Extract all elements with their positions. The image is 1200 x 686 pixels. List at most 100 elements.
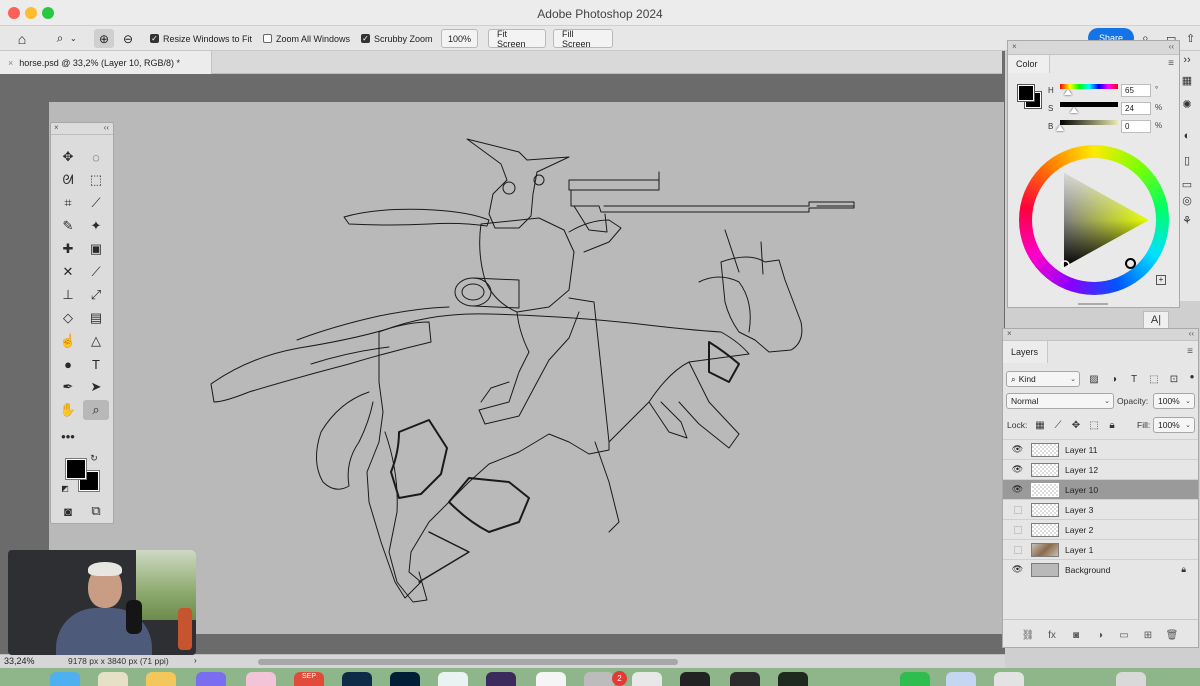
adjustment-layer-icon[interactable]: ◑	[1093, 628, 1107, 642]
history-brush-tool-icon[interactable]: ⤢	[83, 285, 109, 305]
clone-stamp-tool-icon[interactable]: ⊥	[55, 285, 81, 305]
zoom-in-icon[interactable]: ⊕	[94, 29, 114, 48]
brush-tool-icon[interactable]: ⟋	[83, 262, 109, 282]
filter-shape-icon[interactable]: ⬚	[1147, 372, 1161, 386]
path-selection-tool-icon[interactable]: ➤	[83, 377, 109, 397]
horizontal-scrollbar[interactable]	[258, 659, 678, 665]
fill-screen-button[interactable]: Fill Screen	[553, 29, 613, 49]
adjustments-icon[interactable]: ✺	[1178, 95, 1196, 113]
scrubby-zoom-checkbox[interactable]: ✓ Scrubby Zoom	[361, 29, 433, 48]
share-upload-icon[interactable]: ⇧	[1186, 29, 1195, 48]
add-swatch-icon[interactable]: +	[1156, 275, 1166, 285]
swap-colors-icon[interactable]: ↻	[87, 451, 101, 465]
resize-windows-checkbox[interactable]: ✓ Resize Windows to Fit	[150, 29, 252, 48]
layers-panel-tab[interactable]: Layers	[1003, 341, 1048, 363]
foreground-color-swatch[interactable]	[65, 458, 87, 480]
brightness-value-field[interactable]: 0	[1121, 120, 1151, 133]
chevron-down-icon[interactable]: ⌄	[70, 29, 77, 48]
eraser-tool-icon[interactable]: ◇	[55, 308, 81, 328]
terminal-icon[interactable]	[680, 672, 710, 686]
object-selection-tool-icon[interactable]: ⬚	[83, 170, 109, 190]
gradient-tool-icon[interactable]: ▤	[83, 308, 109, 328]
chevron-right-icon[interactable]: ›	[194, 656, 197, 665]
quick-mask-icon[interactable]: ◙	[55, 501, 81, 521]
color-panel-tab[interactable]: Color	[1008, 55, 1050, 73]
filter-smart-object-icon[interactable]: ⊡	[1167, 372, 1181, 386]
brightness-slider-handle[interactable]	[1056, 125, 1064, 131]
zoom-tool-icon[interactable]: ⌕	[83, 400, 109, 420]
home-icon[interactable]: ⌂	[12, 29, 32, 48]
close-panel-icon[interactable]: ×	[1012, 42, 1017, 51]
app-icon[interactable]	[196, 672, 226, 686]
lock-all-icon[interactable]: 🔒︎	[1105, 418, 1119, 432]
crop-tool-icon[interactable]: ⌗	[55, 193, 81, 213]
content-aware-tool-icon[interactable]: ▣	[83, 239, 109, 259]
add-mask-icon[interactable]: ◙	[1069, 628, 1083, 642]
opacity-field[interactable]: 100% ⌄	[1153, 393, 1195, 409]
visibility-off-box[interactable]	[1014, 545, 1022, 554]
layer-row-selected[interactable]: 👁︎ Layer 10	[1003, 479, 1198, 499]
tools-panel-header[interactable]: × ‹‹	[51, 123, 113, 135]
app-icon[interactable]	[994, 672, 1024, 686]
eyedropper-tool-icon[interactable]: ⟋	[83, 193, 109, 213]
blend-mode-select[interactable]: Normal ⌄	[1006, 393, 1114, 409]
panel-menu-icon[interactable]: ≡	[1168, 58, 1174, 69]
photoshop-icon[interactable]	[390, 672, 420, 686]
app-icon[interactable]	[730, 672, 760, 686]
app-icon[interactable]	[584, 672, 614, 686]
finder-icon[interactable]	[50, 672, 80, 686]
new-group-icon[interactable]: ▭	[1117, 628, 1131, 642]
edit-toolbar-icon[interactable]: •••	[55, 426, 81, 446]
collapse-icon[interactable]: ››	[1178, 51, 1196, 69]
layer-row[interactable]: Layer 2	[1003, 519, 1198, 539]
document-tab[interactable]: × horse.psd @ 33,2% (Layer 10, RGB/8) *	[0, 51, 212, 74]
visibility-off-box[interactable]	[1014, 525, 1022, 534]
hue-ring-marker[interactable]	[1125, 258, 1136, 269]
move-tool-icon[interactable]: ✥	[55, 147, 81, 167]
layer-row[interactable]: 👁︎ Layer 12	[1003, 459, 1198, 479]
layer-row[interactable]: 👁︎ Background 🔒︎	[1003, 559, 1198, 579]
smudge-tool-icon[interactable]: ☝	[55, 331, 81, 351]
character-icon[interactable]: A|	[1143, 311, 1169, 329]
layers-panel-header[interactable]: × ‹‹	[1003, 329, 1198, 341]
layer-row[interactable]: Layer 1	[1003, 539, 1198, 559]
eye-icon[interactable]: 👁︎	[1012, 564, 1023, 575]
default-colors-icon[interactable]: ◩	[58, 481, 72, 495]
close-tab-icon[interactable]: ×	[8, 58, 13, 68]
zoom-level[interactable]: 33,24%	[4, 656, 35, 666]
generative-fill-tool-icon[interactable]: ✦	[83, 216, 109, 236]
delete-layer-icon[interactable]: 🗑︎	[1165, 628, 1179, 642]
photos-icon[interactable]	[146, 672, 176, 686]
color-wheel[interactable]	[1019, 145, 1169, 295]
saturation-slider-handle[interactable]	[1070, 107, 1078, 113]
paths-icon[interactable]: ◐	[1178, 127, 1196, 145]
zoom-all-windows-checkbox[interactable]: Zoom All Windows	[263, 29, 350, 48]
fill-field[interactable]: 100% ⌄	[1153, 417, 1195, 433]
lock-artboard-icon[interactable]: ⬚	[1087, 418, 1101, 432]
foreground-color-swatch[interactable]	[1017, 84, 1035, 102]
dodge-tool-icon[interactable]: ●	[55, 354, 81, 374]
collapse-panel-icon[interactable]: ‹‹	[1169, 42, 1174, 51]
lock-position-icon[interactable]: ✥	[1069, 418, 1083, 432]
app-icon[interactable]	[486, 672, 516, 686]
zoom-out-icon[interactable]: ⊖	[118, 29, 138, 48]
transform-tool-icon[interactable]: ✕	[55, 262, 81, 282]
saturation-value-field[interactable]: 24	[1121, 102, 1151, 115]
layer-filter-select[interactable]: ⌕ Kind ⌄	[1006, 371, 1080, 387]
hand-tool-icon[interactable]: ✋	[55, 400, 81, 420]
screen-mode-icon[interactable]: ⧉	[83, 501, 109, 521]
app-icon[interactable]	[946, 672, 976, 686]
lasso-tool-icon[interactable]: ᘛ	[55, 170, 81, 190]
close-panel-icon[interactable]: ×	[1007, 329, 1012, 338]
eye-icon[interactable]: 👁︎	[1012, 444, 1023, 455]
filter-toggle-icon[interactable]: ●	[1185, 369, 1199, 383]
eye-icon[interactable]: 👁︎	[1012, 484, 1023, 495]
close-panel-icon[interactable]: ×	[54, 123, 59, 132]
panel-menu-icon[interactable]: ≡	[1187, 346, 1193, 357]
sharpen-tool-icon[interactable]: △	[83, 331, 109, 351]
fit-screen-button[interactable]: Fit Screen	[488, 29, 546, 49]
type-tool-icon[interactable]: T	[83, 354, 109, 374]
filter-adjustment-icon[interactable]: ◑	[1107, 372, 1121, 386]
trash-icon[interactable]	[1116, 672, 1146, 686]
new-layer-icon[interactable]: ⊞	[1141, 628, 1155, 642]
